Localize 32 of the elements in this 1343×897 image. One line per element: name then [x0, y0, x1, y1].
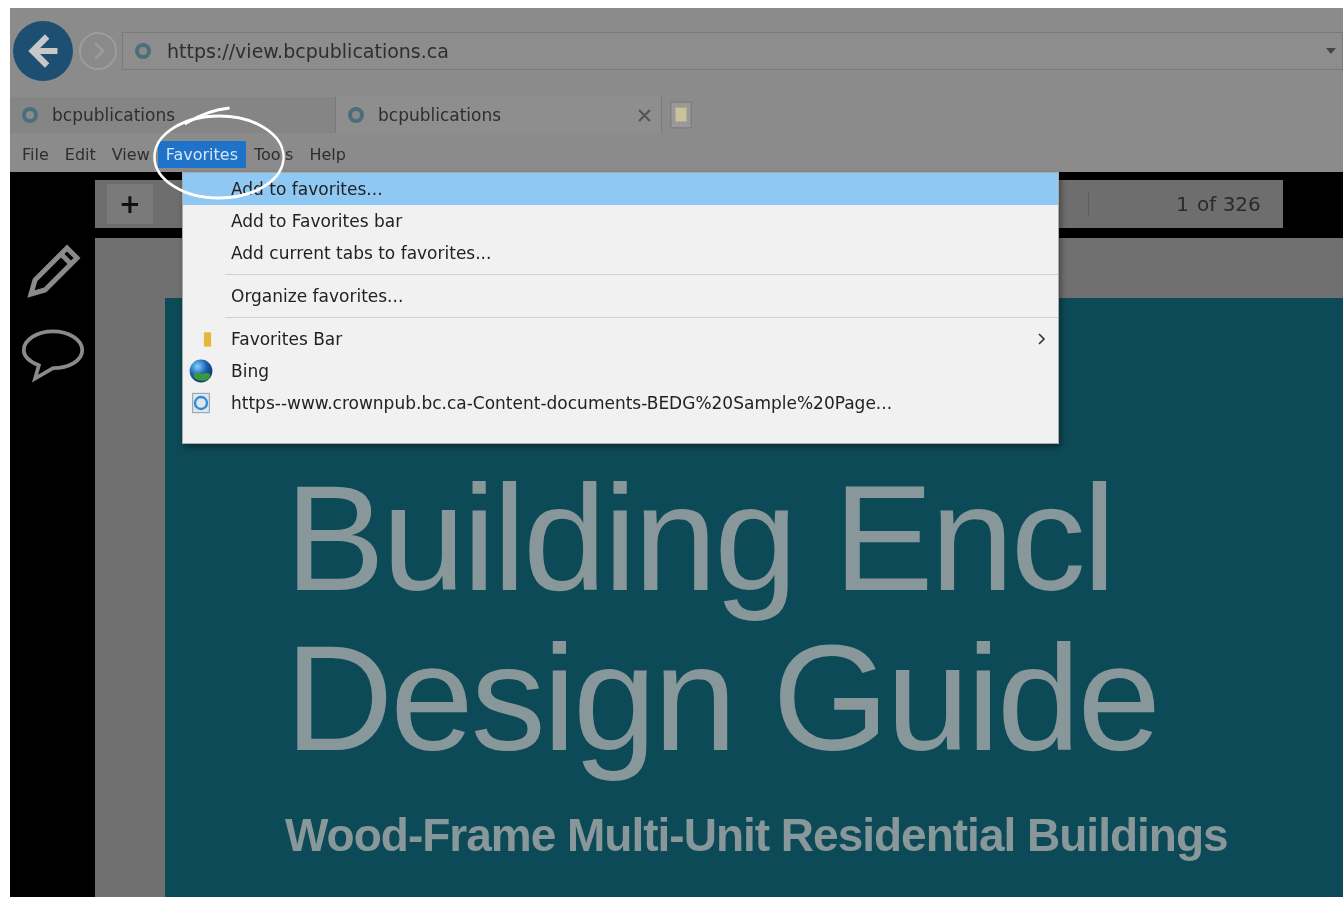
page-count: of 326: [1197, 192, 1262, 216]
browser-tab[interactable]: bcpublications: [10, 97, 335, 133]
menu-item[interactable]: File: [14, 140, 57, 168]
page-number-field[interactable]: 1: [1088, 192, 1197, 216]
menu-option[interactable]: Add current tabs to favorites...: [183, 237, 1058, 269]
back-button[interactable]: [12, 20, 74, 82]
tab-title: bcpublications: [378, 105, 502, 125]
browser-icon: [346, 105, 366, 125]
menu-item[interactable]: Favorites: [157, 140, 246, 168]
browser-icon: [133, 41, 153, 61]
new-tab-icon[interactable]: [670, 101, 692, 129]
close-icon[interactable]: [638, 108, 651, 122]
folder-icon: [203, 330, 212, 348]
menu-item[interactable]: Help: [301, 140, 354, 168]
tab-title: bcpublications: [52, 105, 176, 125]
dropdown-icon[interactable]: [1326, 48, 1336, 54]
menu-option[interactable]: https--www.crownpub.bc.ca-Content-documents-BEDG%20Sample%20Page...: [183, 387, 1058, 419]
menu-item[interactable]: Edit: [56, 140, 104, 168]
menu-option[interactable]: Bing: [183, 355, 1058, 387]
address-bar[interactable]: https://view.bcpublications.ca: [122, 32, 1343, 70]
globe-icon: [189, 359, 213, 383]
menu-option[interactable]: Add to Favorites bar: [183, 205, 1058, 237]
menu-option[interactable]: Favorites Bar: [183, 323, 1058, 355]
url-text: https://view.bcpublications.ca: [167, 40, 449, 62]
zoom-in-button[interactable]: +: [107, 184, 153, 224]
web-page-icon: [189, 391, 213, 415]
menu-option[interactable]: Organize favorites...: [183, 280, 1058, 312]
browser-icon: [20, 105, 40, 125]
browser-tab[interactable]: bcpublications: [335, 97, 662, 133]
document-subtitle: Wood-Frame Multi-Unit Residential Buildings: [285, 809, 1228, 861]
menu-item[interactable]: View: [103, 140, 158, 168]
chevron-right-icon: [1038, 333, 1046, 345]
